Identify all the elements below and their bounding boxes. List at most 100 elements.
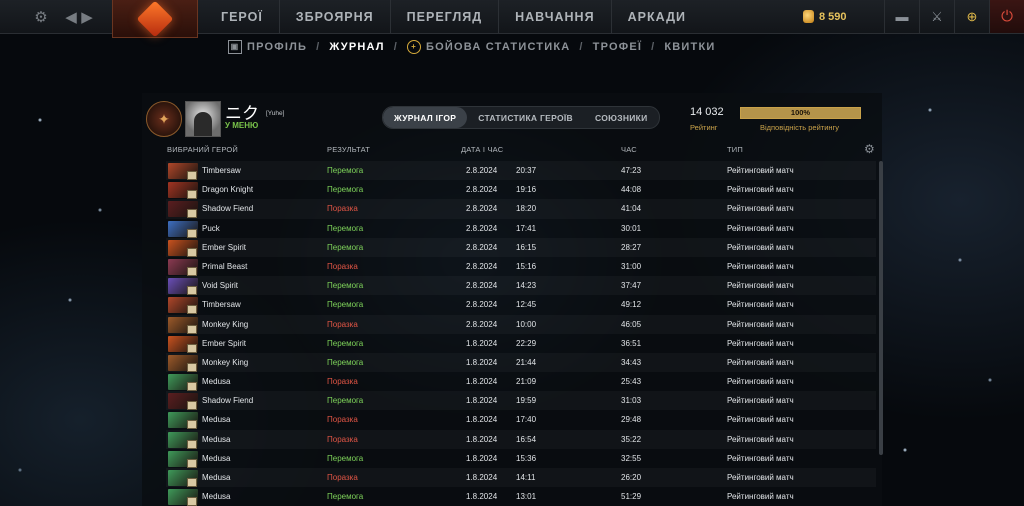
match-row[interactable]: Medusa Поразка 1.8.2024 14:11 26:20 Рейтингов… [166,468,876,487]
avatar[interactable] [185,101,221,137]
hero-name: Shadow Fiend [202,204,254,214]
match-row[interactable]: Ember Spirit Перемога 1.8.2024 22:29 36:51 Ре… [166,334,876,353]
match-row[interactable]: Ember Spirit Перемога 2.8.2024 16:15 28:27 Ре… [166,238,876,257]
item-badge-icon [187,458,197,468]
table-settings-gear-icon[interactable]: ⚙ [864,142,875,156]
back-arrow-icon[interactable]: ◀ [64,0,78,33]
subnav-journal[interactable]: ЖУРНАЛ [329,41,384,53]
match-result: Перемога [327,300,364,310]
hero-name: Puck [202,223,220,233]
main-nav: ГЕРОЇ ЗБРОЯРНЯ ПЕРЕГЛЯД НАВЧАННЯ АРКАДИ [205,0,702,33]
match-time: 21:44 [516,357,537,367]
match-result: Поразка [327,415,358,425]
match-result: Перемога [327,492,364,502]
match-row[interactable]: Medusa Поразка 1.8.2024 16:54 35:22 Рейтингов… [166,430,876,449]
match-row[interactable]: Medusa Перемога 1.8.2024 13:01 51:29 Рейтинго… [166,487,876,506]
match-date: 2.8.2024 [466,261,498,271]
player-status: У МЕНЮ [225,121,259,130]
match-duration: 49:12 [621,300,642,310]
nav-armory[interactable]: ЗБРОЯРНЯ [278,0,390,33]
match-time: 20:37 [516,166,537,175]
forward-arrow-icon[interactable]: ▶ [80,0,94,33]
plus-icon[interactable]: ⊕ [954,0,989,33]
tab-allies[interactable]: СОЮЗНИКИ [584,107,659,128]
hero-name: Medusa [202,415,231,425]
match-date: 2.8.2024 [466,281,498,291]
match-date: 2.8.2024 [466,319,498,329]
match-time: 10:00 [516,319,537,329]
settings-gear-icon[interactable]: ⚙ [30,0,52,33]
match-time: 17:41 [516,223,537,233]
match-row[interactable]: Primal Beast Поразка 2.8.2024 15:16 31:00 Рей… [166,257,876,276]
match-time: 19:59 [516,396,537,406]
match-result: Перемога [327,453,364,463]
item-badge-icon [187,478,197,487]
match-result: Перемога [327,338,364,348]
col-header-datetime[interactable]: ДАТА І ЧАС [461,145,503,154]
col-header-result[interactable]: РЕЗУЛЬТАТ [327,145,370,154]
item-badge-icon [187,324,197,334]
match-time: 15:36 [516,453,537,463]
match-row[interactable]: Puck Перемога 2.8.2024 17:41 30:01 Рейтингови… [166,219,876,238]
match-type: Рейтинговий матч [727,453,794,463]
match-row[interactable]: Shadow Fiend Поразка 2.8.2024 18:20 41:04 Рей… [166,199,876,219]
match-date: 1.8.2024 [466,473,498,482]
match-row[interactable]: Timbersaw Перемога 2.8.2024 20:37 47:23 Рейти… [166,161,876,180]
match-row[interactable]: Medusa Перемога 1.8.2024 15:36 32:55 Рейтинго… [166,449,876,468]
match-duration: 37:47 [621,281,642,291]
item-badge-icon [187,439,197,449]
col-header-duration[interactable]: ЧАС [621,145,637,154]
item-badge-icon [187,209,197,219]
subnav-trophies[interactable]: ТРОФЕЇ [593,41,642,53]
match-date: 2.8.2024 [466,223,498,233]
match-row[interactable]: Shadow Fiend Перемога 1.8.2024 19:59 31:03 Ре… [166,391,876,411]
mail-icon[interactable]: ▬ [884,0,919,33]
match-duration: 47:23 [621,166,642,175]
match-row[interactable]: Monkey King Поразка 2.8.2024 10:00 46:05 Рейт… [166,315,876,334]
nav-heroes[interactable]: ГЕРОЇ [205,0,279,33]
subnav-tickets[interactable]: КВИТКИ [664,41,715,53]
match-duration: 31:03 [621,396,642,406]
shard-coin-icon [803,10,814,23]
item-badge-icon [187,305,197,315]
plus-hex-icon: + [407,40,421,54]
match-date: 1.8.2024 [466,338,498,348]
power-icon[interactable]: ⏻ [989,0,1024,33]
match-duration: 32:55 [621,453,642,463]
match-type: Рейтинговий матч [727,319,794,329]
col-header-hero[interactable]: ВИБРАНИЙ ГЕРОЙ [167,145,238,154]
match-row[interactable]: Void Spirit Перемога 2.8.2024 14:23 37:47 Рей… [166,276,876,296]
rank-medal-icon[interactable]: ✦ [146,101,182,137]
match-list: Timbersaw Перемога 2.8.2024 20:37 47:23 Рейти… [166,161,876,506]
col-header-type[interactable]: ТИП [727,145,743,154]
match-row[interactable]: Medusa Поразка 1.8.2024 17:40 29:48 Рейтингов… [166,410,876,430]
match-row[interactable]: Dragon Knight Перемога 2.8.2024 19:16 44:08 Р… [166,180,876,200]
shard-amount: 8 590 [819,10,847,23]
item-badge-icon [187,420,197,430]
match-type: Рейтинговий матч [727,166,794,175]
nav-watch[interactable]: ПЕРЕГЛЯД [389,0,498,33]
nav-learn[interactable]: НАВЧАННЯ [498,0,610,33]
match-duration: 41:04 [621,204,642,214]
match-result: Перемога [327,166,364,175]
match-row[interactable]: Monkey King Перемога 1.8.2024 21:44 34:43 Рей… [166,353,876,372]
hero-name: Shadow Fiend [202,396,254,406]
tab-hero-stats[interactable]: СТАТИСТИКА ГЕРОЇВ [467,107,584,128]
nav-arcade[interactable]: АРКАДИ [610,0,702,33]
match-row[interactable]: Timbersaw Перемога 2.8.2024 12:45 49:12 Рейти… [166,295,876,315]
match-date: 2.8.2024 [466,185,498,195]
match-date: 1.8.2024 [466,453,498,463]
tab-match-history[interactable]: ЖУРНАЛ ІГОР [383,107,468,128]
shard-balance[interactable]: 8 590 [803,0,847,33]
match-type: Рейтинговий матч [727,492,794,502]
match-row[interactable]: Medusa Поразка 1.8.2024 21:09 25:43 Рейтингов… [166,372,876,392]
match-list-scrollbar[interactable] [879,161,883,455]
match-time: 12:45 [516,300,537,310]
match-time: 14:11 [516,473,536,482]
subnav-battle-stats[interactable]: + БОЙОВА СТАТИСТИКА [407,40,570,54]
inventory-icon[interactable]: ⚔ [919,0,954,33]
hero-name: Medusa [202,377,231,387]
subnav-profile[interactable]: ▣ ПРОФІЛЬ [228,40,307,54]
dota-logo[interactable] [112,0,198,38]
player-tag: [Yuhe] [266,110,285,117]
